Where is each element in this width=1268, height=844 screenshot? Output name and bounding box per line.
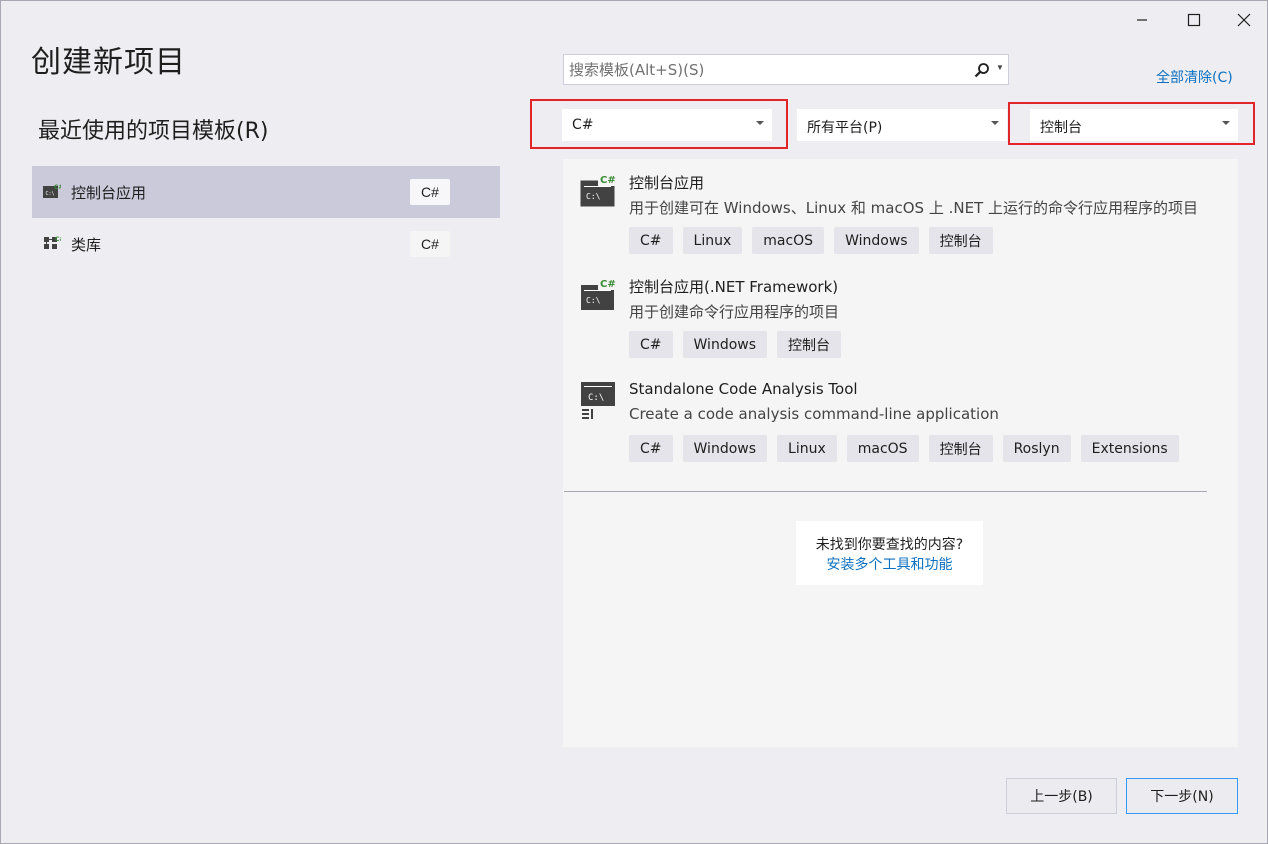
svg-text:C:\: C:\ <box>586 192 601 201</box>
chevron-down-icon <box>1222 121 1230 125</box>
tag: Roslyn <box>1002 435 1071 462</box>
tag: Windows <box>834 227 919 254</box>
minimize-icon <box>1137 19 1147 21</box>
language-filter-dropdown[interactable]: C# <box>562 109 772 141</box>
tag: C# <box>629 435 673 462</box>
maximize-button[interactable] <box>1171 7 1217 33</box>
tag: C# <box>629 331 673 358</box>
console-csharp-icon: C:\ C# <box>580 173 616 207</box>
tag: Extensions <box>1080 435 1179 462</box>
search-icon[interactable] <box>974 62 990 78</box>
tag: Linux <box>682 227 743 254</box>
close-button[interactable] <box>1221 7 1267 33</box>
svg-text:C:\: C:\ <box>586 296 601 305</box>
tag: macOS <box>846 435 919 462</box>
recent-item-label: 控制台应用 <box>71 184 147 202</box>
not-found-text: 未找到你要查找的内容? <box>815 537 964 553</box>
template-description: 用于创建命令行应用程序的项目 <box>629 303 840 321</box>
tag: 控制台 <box>928 435 993 462</box>
console-app-icon: C:\ C# <box>43 184 61 198</box>
back-button[interactable]: 上一步(B) <box>1006 778 1117 814</box>
svg-text:C:\: C:\ <box>588 393 604 403</box>
install-tools-link[interactable]: 安装多个工具和功能 <box>796 555 983 575</box>
search-box[interactable]: ▼ <box>563 54 1009 85</box>
console-csharp-icon: C:\ C# <box>581 277 616 310</box>
tag: Linux <box>777 435 837 462</box>
template-name: Standalone Code Analysis Tool <box>629 380 858 398</box>
next-button[interactable]: 下一步(N) <box>1126 778 1238 814</box>
language-filter-value: C# <box>572 117 594 133</box>
template-description: Create a code analysis command-line appl… <box>629 405 999 423</box>
template-tags: C# Linux macOS Windows 控制台 <box>629 227 993 254</box>
template-item-console-app[interactable]: C:\ C# 控制台应用 用于创建可在 Windows、Linux 和 macO… <box>563 159 1238 261</box>
tag: C# <box>629 227 673 254</box>
project-type-filter-value: 控制台 <box>1040 120 1082 136</box>
tag: Windows <box>682 331 768 358</box>
tag: macOS <box>752 227 825 254</box>
not-found-box: 未找到你要查找的内容? 安装多个工具和功能 <box>796 521 983 585</box>
template-name: 控制台应用 <box>629 174 705 192</box>
platform-filter-dropdown[interactable]: 所有平台(P) <box>797 109 1007 141</box>
language-badge: C# <box>410 179 450 205</box>
recent-item-console-app[interactable]: C:\ C# 控制台应用 C# <box>32 166 500 218</box>
search-options-chevron-icon[interactable]: ▼ <box>996 63 1004 72</box>
template-item-code-analysis-tool[interactable]: C:\ Standalone Code Analysis Tool Create… <box>563 367 1238 469</box>
template-description: 用于创建可在 Windows、Linux 和 macOS 上 .NET 上运行的… <box>629 199 1198 217</box>
svg-text:C#: C# <box>55 236 61 243</box>
svg-text:C#: C# <box>600 175 616 186</box>
minimize-button[interactable] <box>1119 7 1165 33</box>
recent-item-label: 类库 <box>71 236 102 254</box>
svg-text:C#: C# <box>600 279 616 290</box>
recent-templates-heading: 最近使用的项目模板(R) <box>38 119 269 144</box>
tag: Windows <box>682 435 768 462</box>
language-badge: C# <box>410 231 450 257</box>
chevron-down-icon <box>991 121 999 125</box>
platform-filter-value: 所有平台(P) <box>807 120 883 136</box>
search-input[interactable] <box>564 55 964 84</box>
tag: 控制台 <box>928 227 993 254</box>
svg-text:C:\: C:\ <box>46 191 55 197</box>
svg-text:C#: C# <box>54 184 61 191</box>
page-title: 创建新项目 <box>31 45 186 80</box>
divider <box>564 491 1207 492</box>
class-library-icon: C# <box>44 236 61 249</box>
maximize-icon <box>1187 13 1201 27</box>
clear-all-link[interactable]: 全部清除(C) <box>1156 67 1233 87</box>
code-analysis-icon: C:\ <box>581 382 615 419</box>
project-type-filter-dropdown[interactable]: 控制台 <box>1030 109 1238 141</box>
chevron-down-icon <box>756 121 764 125</box>
recent-item-class-library[interactable]: C# 类库 C# <box>32 218 500 270</box>
close-icon <box>1237 13 1251 27</box>
template-name: 控制台应用(.NET Framework) <box>629 278 839 296</box>
template-results-panel: C:\ C# 控制台应用 用于创建可在 Windows、Linux 和 macO… <box>563 159 1238 747</box>
tag: 控制台 <box>777 331 842 358</box>
template-tags: C# Windows Linux macOS 控制台 Roslyn Extens… <box>629 435 1179 462</box>
template-item-console-app-netfx[interactable]: C:\ C# 控制台应用(.NET Framework) 用于创建命令行应用程序… <box>563 263 1238 365</box>
template-tags: C# Windows 控制台 <box>629 331 842 358</box>
